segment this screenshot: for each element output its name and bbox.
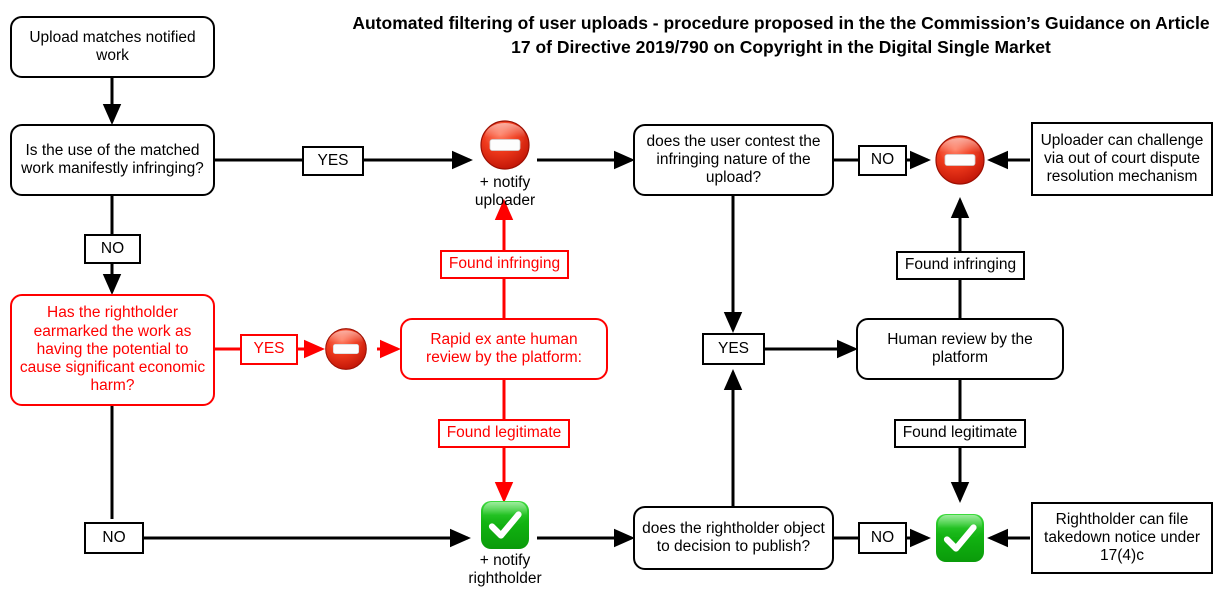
node-rapid-review[interactable]: Rapid ex ante human review by the platfo…: [400, 318, 608, 380]
label-yes-earmarked[interactable]: YES: [240, 334, 298, 365]
no-entry-icon-uploader-blocked[interactable]: [934, 134, 986, 186]
node-manifestly-infringing[interactable]: Is the use of the matched work manifestl…: [10, 124, 215, 196]
node-human-review[interactable]: Human review by the platform: [856, 318, 1064, 380]
label-no-rightholder-object[interactable]: NO: [858, 522, 907, 554]
node-user-contest[interactable]: does the user contest the infringing nat…: [633, 124, 834, 196]
label-found-legitimate-platform-review[interactable]: Found legitimate: [438, 419, 570, 448]
caption-notify-uploader: + notify uploader: [474, 174, 536, 210]
node-upload-matches[interactable]: Upload matches notified work: [10, 16, 215, 78]
label-no-manifestly-infringing[interactable]: NO: [84, 234, 141, 264]
note-uploader-challenge[interactable]: Uploader can challenge via out of court …: [1031, 122, 1213, 196]
label-found-infringing-platform-review[interactable]: Found infringing: [440, 250, 569, 279]
node-rightholder-object[interactable]: does the rightholder object to decision …: [633, 506, 834, 570]
note-rightholder-takedown[interactable]: Rightholder can file takedown notice und…: [1031, 502, 1213, 574]
check-mark-icon-published[interactable]: [934, 512, 986, 564]
label-found-legitimate-human-review[interactable]: Found legitimate: [894, 419, 1026, 448]
no-entry-icon-notify-uploader[interactable]: [479, 119, 531, 171]
no-entry-icon-rapid-review[interactable]: [324, 327, 368, 371]
page-title: Automated filtering of user uploads - pr…: [352, 13, 1210, 57]
flowchart-canvas: Automated filtering of user uploads - pr…: [0, 0, 1224, 604]
node-earmarked[interactable]: Has the rightholder earmarked the work a…: [10, 294, 215, 406]
label-yes-manifestly-infringing[interactable]: YES: [302, 146, 364, 176]
label-found-infringing-human-review[interactable]: Found infringing: [896, 251, 1025, 280]
check-mark-icon-notify-rightholder[interactable]: [479, 499, 531, 551]
label-yes-user-contest[interactable]: YES: [702, 333, 765, 365]
caption-notify-rightholder: + notify rightholder: [468, 552, 542, 588]
label-no-user-contest[interactable]: NO: [858, 145, 907, 176]
label-no-earmarked[interactable]: NO: [84, 522, 144, 554]
